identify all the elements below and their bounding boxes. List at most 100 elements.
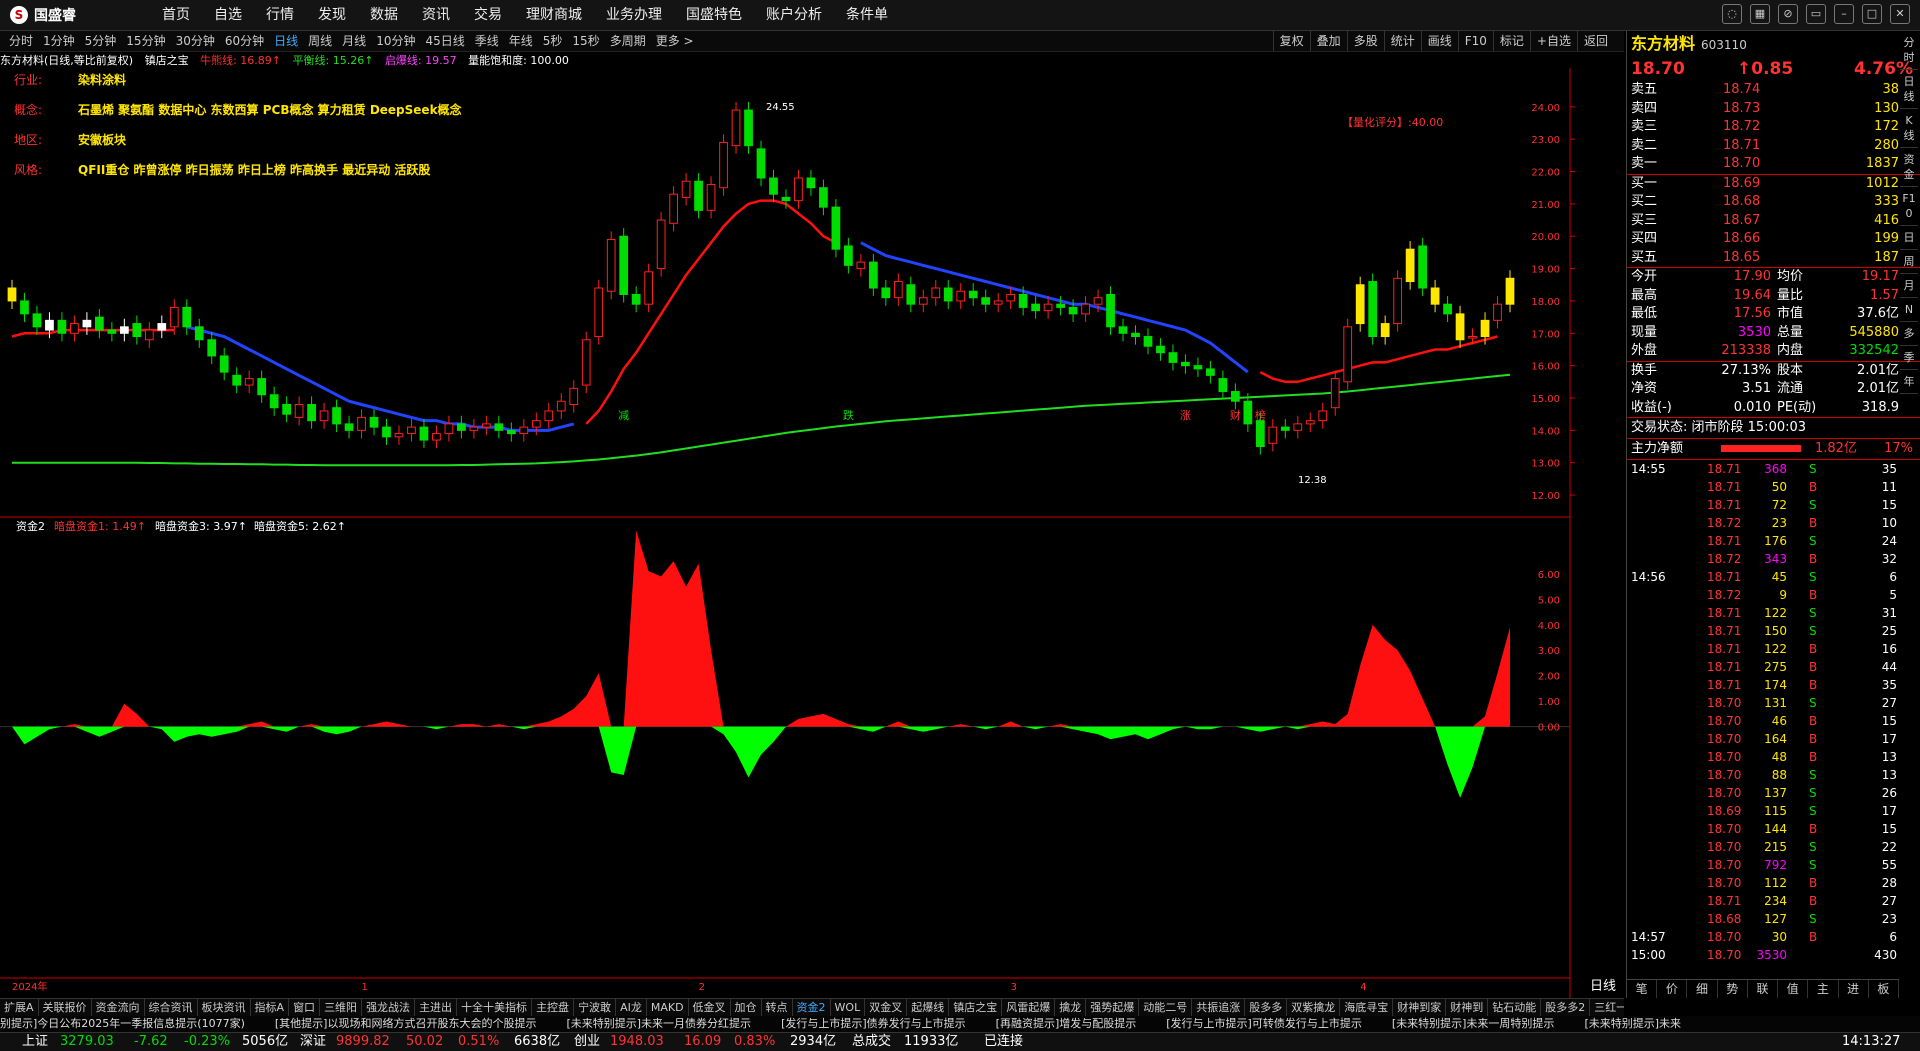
bid-row[interactable]: 买五 18.65 187	[1627, 249, 1920, 268]
tick-list[interactable]: 14:55 18.71 368 S 35 18.71 50 B 11 18.71 72 S 15 18.7…	[1627, 459, 1920, 964]
news-item[interactable]: 别提示]今日公布2025年一季报信息提示(1077家)	[0, 1016, 245, 1032]
period-tab[interactable]: 季线	[470, 31, 504, 51]
period-tab[interactable]: 日线	[269, 31, 303, 51]
tool-button[interactable]: 标记	[1492, 31, 1530, 51]
news-item[interactable]: [发行与上市提示]可转债发行与上市提示	[1166, 1016, 1362, 1032]
indicator-tab[interactable]: 资金流向	[92, 999, 145, 1017]
quote-tab[interactable]: 势	[1718, 980, 1748, 998]
side-tab[interactable]: K线	[1900, 109, 1918, 148]
event-marker[interactable]: 减	[618, 409, 629, 422]
indicator-tab[interactable]: 风雷起爆	[1002, 999, 1056, 1017]
sh-index[interactable]: 3279.03	[60, 1033, 114, 1051]
indicator-tab[interactable]: 海底寻宝	[1340, 999, 1394, 1017]
indicator-tab[interactable]: WOL	[831, 999, 866, 1017]
indicator-tab[interactable]: 双紫擒龙	[1287, 999, 1341, 1017]
tool-button[interactable]: 返回	[1576, 31, 1614, 51]
menu-item[interactable]: 行情	[254, 0, 306, 30]
indicator-tab[interactable]: 共振追涨	[1192, 999, 1246, 1017]
quote-tab[interactable]: 进	[1839, 980, 1869, 998]
news-item[interactable]: [发行与上市提示]债券发行与上市提示	[781, 1016, 966, 1032]
period-tab[interactable]: 更多 >	[651, 31, 699, 51]
ask-row[interactable]: 卖二 18.71 280	[1627, 137, 1920, 156]
hide-icon[interactable]: ⊘	[1778, 4, 1798, 24]
menu-item[interactable]: 数据	[358, 0, 410, 30]
indicator-tab[interactable]: 宁波敢	[574, 999, 617, 1017]
indicator-tab[interactable]: 主控盘	[532, 999, 575, 1017]
period-tab[interactable]: 60分钟	[220, 31, 269, 51]
tool-button[interactable]: F10	[1457, 31, 1493, 51]
side-tab[interactable]: 日线	[1900, 70, 1918, 109]
sub-indicator-title[interactable]: 资金2	[16, 519, 45, 533]
app-logo[interactable]: S 国盛睿	[10, 5, 76, 25]
ask-row[interactable]: 卖四 18.73 130	[1627, 100, 1920, 119]
bid-row[interactable]: 买一 18.69 1012	[1627, 175, 1920, 194]
indicator-tab[interactable]: 主进出	[415, 999, 458, 1017]
period-tab[interactable]: 年线	[504, 31, 538, 51]
side-tab[interactable]: 季	[1900, 346, 1918, 370]
indicator-tab[interactable]: 三红一紫	[1590, 999, 1624, 1017]
event-marker[interactable]: 涨	[1180, 409, 1191, 422]
bid-row[interactable]: 买三 18.67 416	[1627, 212, 1920, 231]
indicator-tab[interactable]: 双金叉	[865, 999, 908, 1017]
ask-row[interactable]: 卖一 18.70 1837	[1627, 155, 1920, 174]
side-tab[interactable]: 周	[1900, 250, 1918, 274]
indicator-tab[interactable]: 窗口	[289, 999, 321, 1017]
menu-item[interactable]: 交易	[462, 0, 514, 30]
news-item[interactable]: [再融资提示]增发与配股提示	[996, 1016, 1137, 1032]
menu-item[interactable]: 发现	[306, 0, 358, 30]
indicator-tab[interactable]: 资金2	[793, 999, 831, 1017]
event-marker[interactable]: 财	[1230, 408, 1241, 422]
period-tab[interactable]: 1分钟	[38, 31, 80, 51]
grid-icon[interactable]: ▦	[1750, 4, 1770, 24]
quote-tab[interactable]: 板	[1869, 980, 1899, 998]
side-tab[interactable]: 多	[1900, 322, 1918, 346]
indicator-tab[interactable]: 动能二号	[1139, 999, 1193, 1017]
indicator-tab[interactable]: 扩展A	[0, 999, 39, 1017]
minimize-icon[interactable]: –	[1834, 4, 1854, 24]
period-tab[interactable]: 5秒	[538, 31, 568, 51]
tool-button[interactable]: 多股	[1346, 31, 1384, 51]
menu-item[interactable]: 理财商城	[514, 0, 594, 30]
news-item[interactable]: [其他提示]以现场和网络方式召开股东大会的个股提示	[275, 1016, 537, 1032]
tool-button[interactable]: 画线	[1420, 31, 1458, 51]
period-corner-label[interactable]: 日线	[1590, 979, 1616, 994]
news-item[interactable]: [未来特别提示]未来一月债券分红提示	[566, 1016, 751, 1032]
indicator-tab[interactable]: 钻石动能	[1488, 999, 1542, 1017]
menu-item[interactable]: 资讯	[410, 0, 462, 30]
quote-tab[interactable]: 值	[1778, 980, 1809, 998]
indicator-tab[interactable]: 综合资讯	[145, 999, 198, 1017]
event-marker[interactable]: 跌	[843, 408, 854, 422]
side-tab[interactable]: 日	[1900, 226, 1918, 250]
menu-item[interactable]: 账户分析	[754, 0, 834, 30]
indicator-tab[interactable]: 板块资讯	[198, 999, 251, 1017]
period-tab[interactable]: 15秒	[567, 31, 604, 51]
tool-button[interactable]: 叠加	[1309, 31, 1347, 51]
period-tab[interactable]: 10分钟	[371, 31, 420, 51]
tool-button[interactable]: 复权	[1272, 31, 1310, 51]
period-tab[interactable]: 15分钟	[121, 31, 170, 51]
menu-item[interactable]: 首页	[150, 0, 202, 30]
news-item[interactable]: [未来特别提示]未来一周特别提示	[1392, 1016, 1555, 1032]
bid-row[interactable]: 买二 18.68 333	[1627, 193, 1920, 212]
indicator-tab[interactable]: 擒龙	[1055, 999, 1087, 1017]
indicator-tab[interactable]: 起爆线	[907, 999, 950, 1017]
indicator-tab[interactable]: 强龙战法	[362, 999, 416, 1017]
period-tab[interactable]: 30分钟	[171, 31, 220, 51]
period-tab[interactable]: 月线	[337, 31, 371, 51]
indicator-tab[interactable]: 三维阳	[320, 999, 363, 1017]
period-tab[interactable]: 多周期	[605, 31, 651, 51]
menu-item[interactable]: 条件单	[834, 0, 900, 30]
quote-tab[interactable]: 主	[1808, 980, 1839, 998]
indicator-tab[interactable]: 财神到	[1446, 999, 1489, 1017]
indicator-tab[interactable]: MAKD	[647, 999, 689, 1017]
menu-item[interactable]: 业务办理	[594, 0, 674, 30]
side-tab[interactable]: 资金	[1900, 148, 1918, 187]
side-tab[interactable]: F10	[1900, 187, 1918, 226]
quote-tab[interactable]: 笔	[1627, 980, 1658, 998]
indicator-tab[interactable]: 强势起爆	[1086, 999, 1140, 1017]
indicator-tab[interactable]: 股多多2	[1541, 999, 1591, 1017]
bid-row[interactable]: 买四 18.66 199	[1627, 230, 1920, 249]
tool-button[interactable]: 统计	[1383, 31, 1421, 51]
side-tab[interactable]: 月	[1900, 274, 1918, 298]
side-tab[interactable]: 年	[1900, 370, 1918, 394]
